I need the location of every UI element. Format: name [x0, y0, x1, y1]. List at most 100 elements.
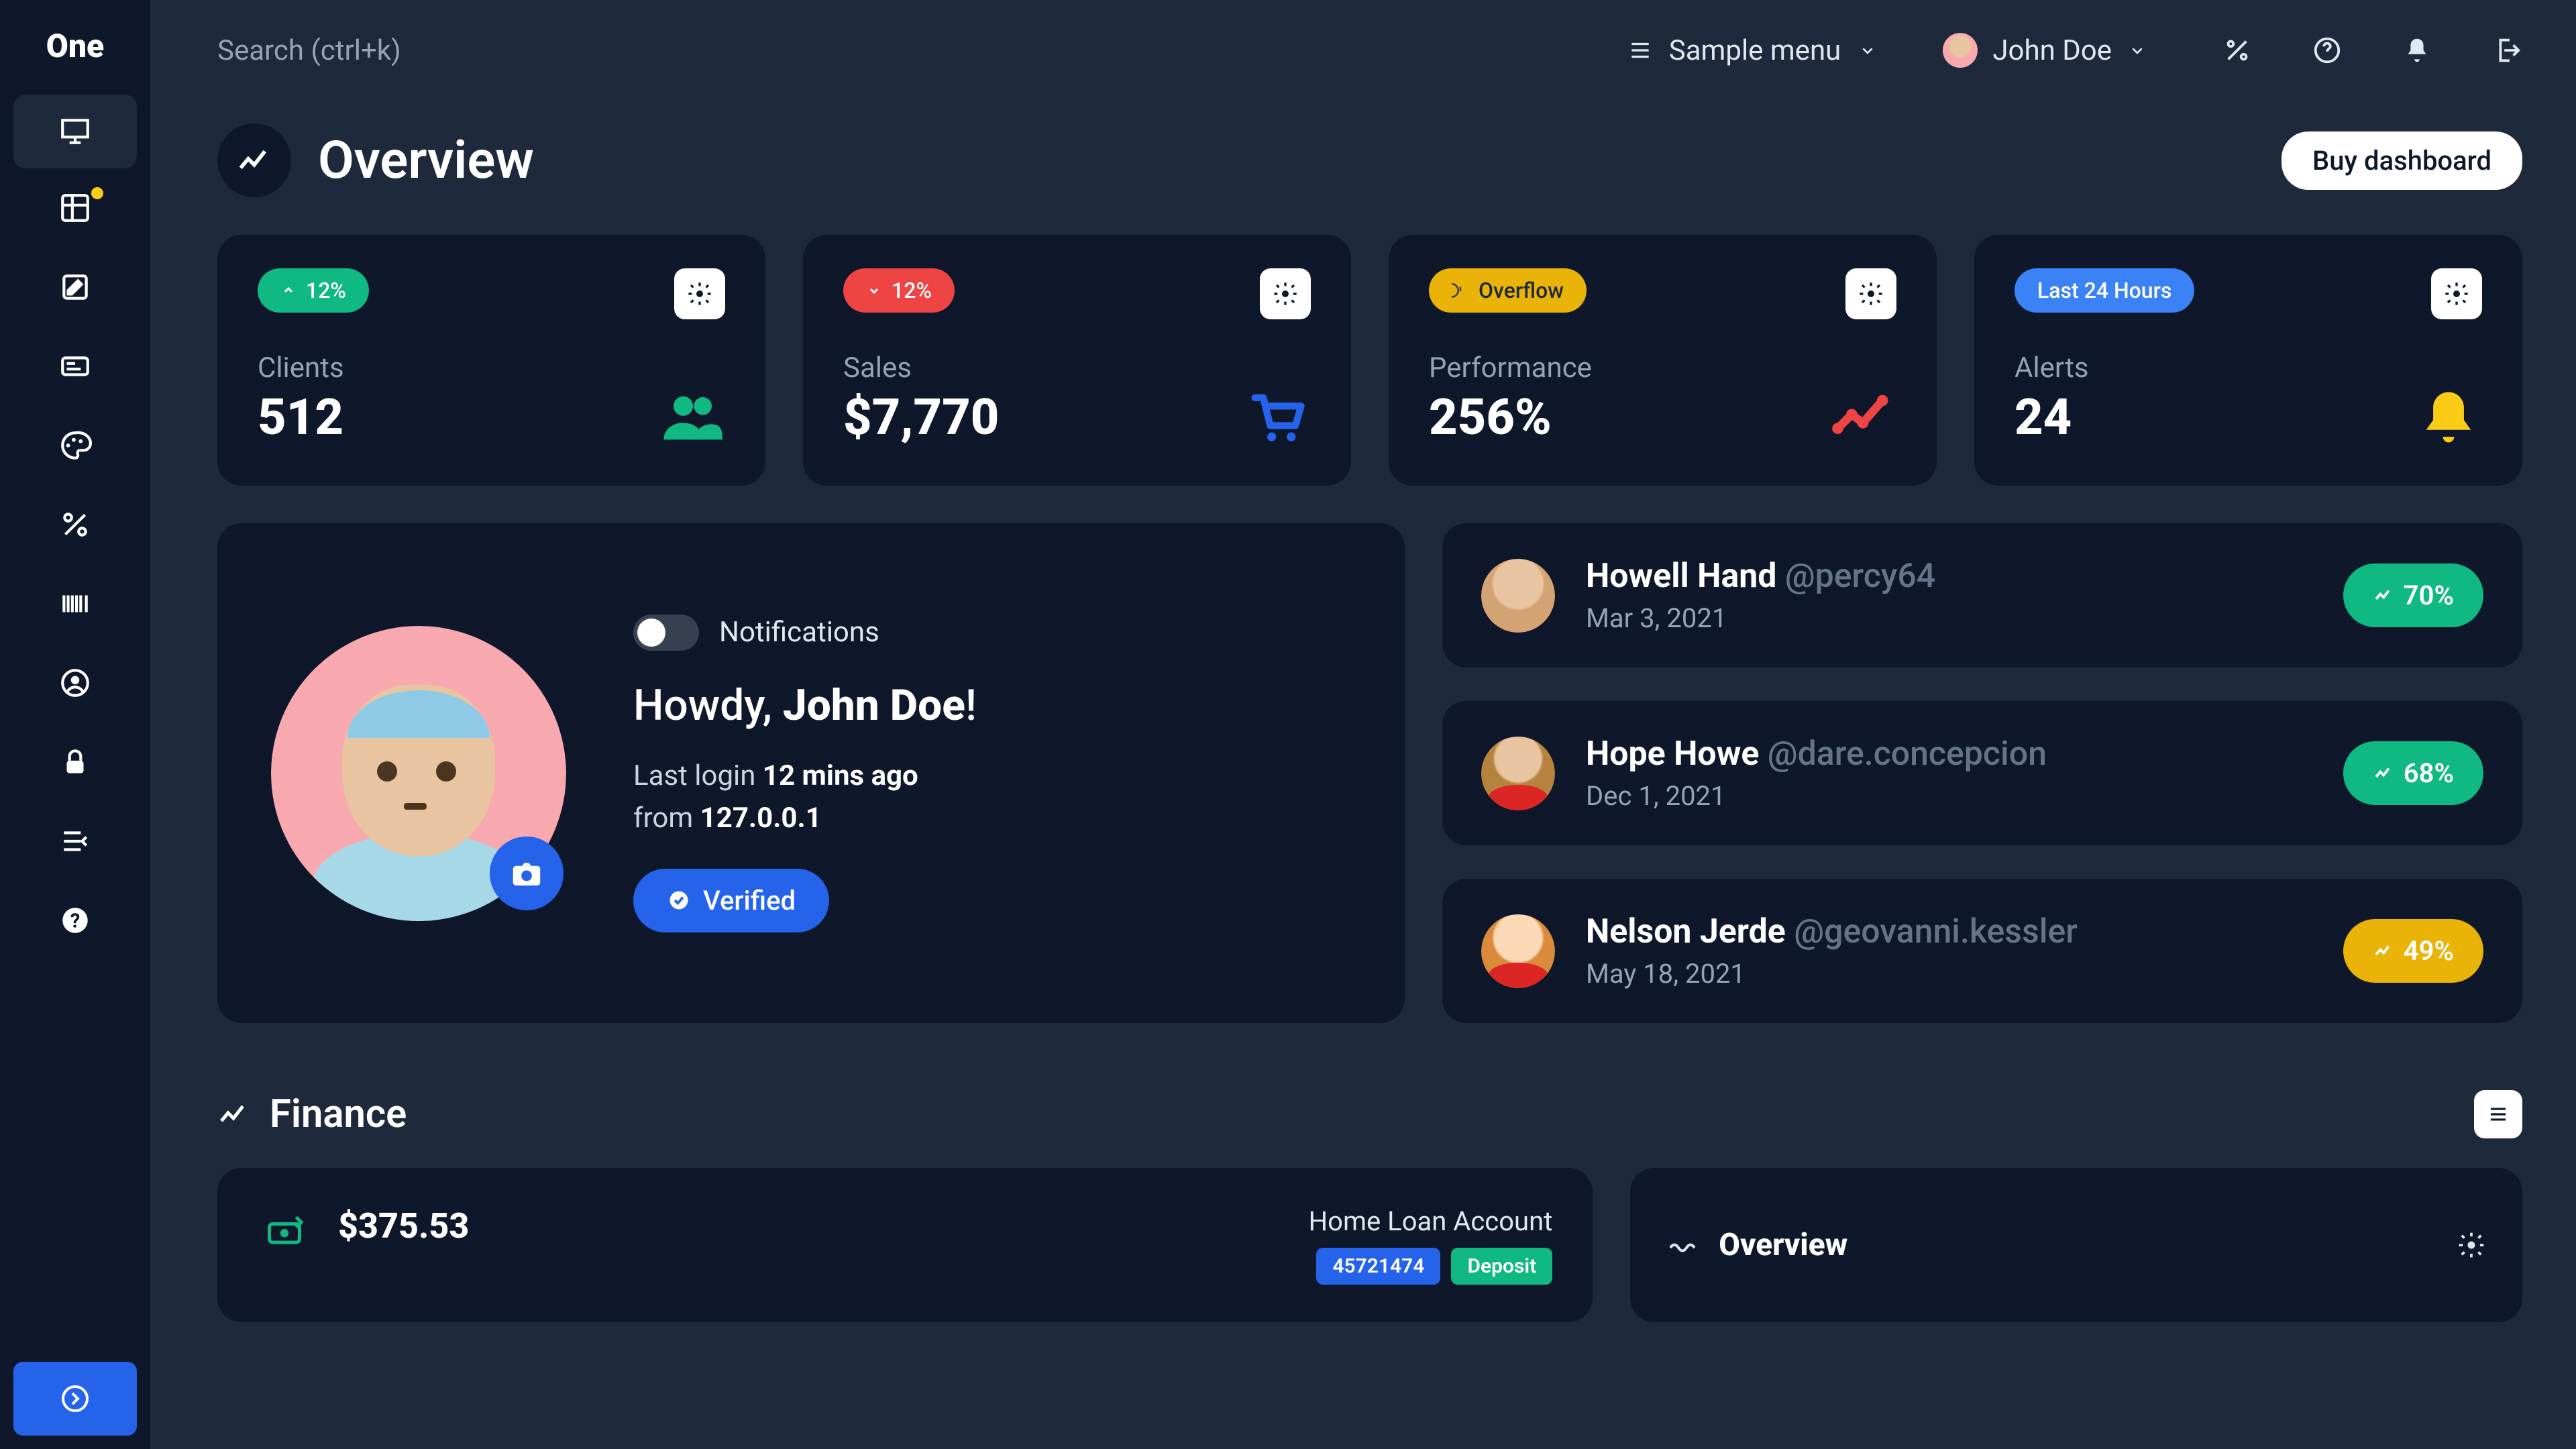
stat-card-performance: Overflow Performance 256%: [1389, 235, 1937, 486]
nav-lock[interactable]: [0, 722, 150, 802]
trend-up-icon: [2373, 941, 2393, 961]
nav-help[interactable]: ?: [0, 881, 150, 960]
change-avatar-button[interactable]: [490, 837, 564, 910]
chevron-up-icon: [280, 282, 297, 299]
alert-icon: [1452, 282, 1469, 299]
performance-pill: Overflow: [1429, 268, 1587, 313]
percent-icon: [58, 508, 92, 541]
overview-header: Overview Buy dashboard: [217, 123, 2522, 197]
collapse-icon: [58, 824, 92, 858]
clients-label: Clients: [258, 352, 725, 384]
page-title: Overview: [318, 130, 534, 191]
sidebar: One ?: [0, 0, 150, 1449]
card-icon: [58, 350, 92, 383]
performance-settings-button[interactable]: [1845, 268, 1896, 319]
notifications-toggle[interactable]: [633, 614, 699, 651]
client-name: Howell Hand @percy64: [1586, 557, 2312, 596]
barcode-icon: [58, 587, 92, 621]
user-menu-dropdown[interactable]: John Doe: [1943, 33, 2148, 68]
trend-icon: [236, 142, 272, 178]
client-pct-pill: 70%: [2343, 564, 2483, 627]
client-date: May 18, 2021: [1586, 958, 2312, 989]
alerts-pill: Last 24 Hours: [2015, 268, 2194, 313]
percent-icon[interactable]: [2222, 35, 2253, 66]
monitor-icon: [58, 115, 92, 148]
profile-card: Notifications Howdy, John Doe! Last logi…: [217, 523, 1405, 1023]
clients-trend-pill: 12%: [258, 268, 369, 313]
buy-dashboard-button[interactable]: Buy dashboard: [2282, 131, 2522, 190]
stats-row: 12% Clients 512 12%: [217, 235, 2522, 486]
nav-barcode[interactable]: [0, 564, 150, 643]
nav-styles[interactable]: [0, 406, 150, 485]
menu-icon: [1627, 38, 1653, 63]
client-pct-pill: 68%: [2343, 741, 2483, 805]
nav-badge-icon: [91, 187, 103, 199]
logout-icon[interactable]: [2491, 35, 2522, 66]
nav-forms[interactable]: [0, 248, 150, 327]
gear-icon: [1858, 280, 1884, 307]
cart-icon: [1244, 384, 1311, 453]
gear-icon: [2443, 280, 2470, 307]
finance-account-label: Home Loan Account: [1309, 1205, 1553, 1237]
avatar-icon: [1943, 33, 1978, 68]
nav-collapse[interactable]: [0, 802, 150, 881]
sample-menu-dropdown[interactable]: Sample menu: [1627, 34, 1879, 67]
finance-overview-panel: Overview: [1630, 1168, 2522, 1322]
finance-account-card: $375.53 Home Loan Account 45721474 Depos…: [217, 1168, 1593, 1322]
finance-subtitle: [338, 1250, 469, 1280]
trend-up-icon: [2373, 763, 2393, 784]
sales-trend-pill: 12%: [843, 268, 955, 313]
performance-value: 256%: [1429, 388, 1896, 447]
nav-dashboard[interactable]: [13, 95, 137, 168]
edit-icon: [58, 270, 92, 304]
finance-amount: $375.53: [338, 1205, 469, 1246]
topbar: Search (ctrl+k) Sample menu John Doe: [217, 0, 2522, 101]
client-row[interactable]: Hope Howe @dare.concepcion Dec 1, 2021 6…: [1442, 701, 2522, 845]
gear-icon: [1272, 280, 1299, 307]
lock-icon: [58, 745, 92, 779]
nav-profile[interactable]: [0, 643, 150, 722]
bell-icon[interactable]: [2402, 35, 2432, 66]
help-icon: ?: [58, 904, 92, 937]
account-icon: [58, 666, 92, 700]
help-circle-icon[interactable]: [2312, 35, 2343, 66]
client-date: Mar 3, 2021: [1586, 602, 2312, 634]
search-input[interactable]: Search (ctrl+k): [217, 34, 1601, 67]
gear-icon: [686, 280, 713, 307]
client-name: Hope Howe @dare.concepcion: [1586, 735, 2312, 773]
client-pct-pill: 49%: [2343, 919, 2483, 983]
alerts-settings-button[interactable]: [2431, 268, 2482, 319]
chevron-down-icon: [2127, 40, 2148, 61]
clients-settings-button[interactable]: [674, 268, 725, 319]
nav-ui[interactable]: [0, 327, 150, 406]
client-row[interactable]: Howell Hand @percy64 Mar 3, 2021 70%: [1442, 523, 2522, 667]
svg-text:?: ?: [70, 910, 80, 932]
performance-label: Performance: [1429, 352, 1896, 384]
users-icon: [658, 384, 725, 453]
trend-icon: [217, 1098, 250, 1130]
finance-overview-title: Overview: [1719, 1227, 2436, 1263]
stat-card-clients: 12% Clients 512: [217, 235, 765, 486]
clients-value: 512: [258, 388, 725, 447]
sales-label: Sales: [843, 352, 1311, 384]
finance-title: Finance: [270, 1091, 407, 1137]
sales-value: $7,770: [843, 388, 1311, 447]
alerts-label: Alerts: [2015, 352, 2482, 384]
client-row[interactable]: Nelson Jerde @geovanni.kessler May 18, 2…: [1442, 879, 2522, 1023]
greeting-text: Howdy, John Doe!: [633, 680, 1351, 731]
client-name: Nelson Jerde @geovanni.kessler: [1586, 912, 2312, 951]
nav-tables[interactable]: [0, 168, 150, 248]
chevron-circle-icon: [59, 1383, 91, 1415]
sample-menu-label: Sample menu: [1669, 34, 1841, 67]
finance-overview-icon: [1666, 1229, 1699, 1261]
avatar-icon: [1481, 914, 1555, 988]
gear-icon[interactable]: [2457, 1230, 2486, 1260]
finance-menu-button[interactable]: [2474, 1090, 2522, 1138]
sidebar-action-button[interactable]: [13, 1362, 137, 1436]
sales-settings-button[interactable]: [1260, 268, 1311, 319]
main-content: Search (ctrl+k) Sample menu John Doe: [150, 0, 2576, 1449]
nav-percent[interactable]: [0, 485, 150, 564]
grid-icon: [58, 191, 92, 225]
overview-icon-circle: [217, 123, 291, 197]
finance-tag-type: Deposit: [1451, 1248, 1552, 1285]
